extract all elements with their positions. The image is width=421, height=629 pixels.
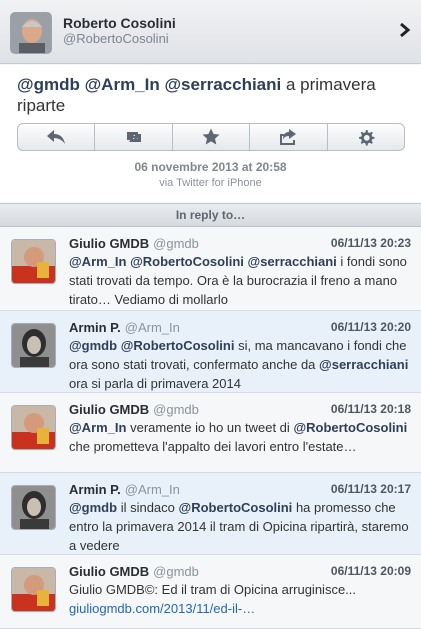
favorite-button[interactable] bbox=[173, 124, 251, 150]
gear-icon bbox=[358, 130, 375, 146]
mention[interactable]: @Arm_In bbox=[69, 420, 126, 435]
reply-author: Armin P. @Arm_In bbox=[69, 482, 180, 497]
settings-button[interactable] bbox=[328, 124, 404, 150]
reply-text: @gmdb il sindaco @RobertoCosolini ha pro… bbox=[69, 500, 409, 553]
reply-icon bbox=[47, 130, 66, 144]
tweet-text: @gmdb @Arm_In @serracchiani a primavera … bbox=[17, 74, 407, 116]
mention[interactable]: @Arm_In bbox=[85, 75, 160, 94]
mention[interactable]: @RobertoCosolini bbox=[293, 420, 407, 435]
reply-text: @Arm_In veramente io ho un tweet di @Rob… bbox=[69, 420, 408, 454]
mention[interactable]: @gmdb bbox=[69, 500, 117, 515]
avatar[interactable] bbox=[11, 323, 56, 368]
list-item[interactable]: Armin P. @Arm_In 06/11/13 20:20 @gmdb @Ro… bbox=[0, 311, 421, 393]
reply-list: Giulio GMDB @gmdb 06/11/13 20:23 @Arm_In … bbox=[0, 227, 421, 629]
reply-handle: @Arm_In bbox=[124, 320, 180, 335]
avatar[interactable] bbox=[10, 12, 52, 54]
reply-author: Giulio GMDB @gmdb bbox=[69, 236, 199, 251]
mention[interactable]: @RobertoCosolini bbox=[121, 338, 235, 353]
tweet-date: 06 novembre 2013 at 20:58 bbox=[134, 160, 287, 174]
reply-time: 06/11/13 20:20 bbox=[330, 320, 411, 334]
reply-handle: @gmdb bbox=[153, 402, 199, 417]
mention[interactable]: @Arm_In bbox=[69, 254, 126, 269]
avatar[interactable] bbox=[11, 485, 56, 530]
tweet-source: via Twitter for iPhone bbox=[159, 177, 262, 189]
mention[interactable]: @gmdb bbox=[17, 75, 80, 94]
avatar[interactable] bbox=[11, 405, 56, 450]
reply-handle: @gmdb bbox=[153, 564, 199, 579]
share-button[interactable] bbox=[250, 124, 328, 150]
reply-time: 06/11/13 20:23 bbox=[330, 236, 411, 250]
reply-author: Giulio GMDB @gmdb bbox=[69, 402, 199, 417]
avatar[interactable] bbox=[11, 567, 56, 612]
mention[interactable]: @gmdb bbox=[69, 338, 117, 353]
reply-time: 06/11/13 20:18 bbox=[330, 402, 411, 416]
tweet-actions bbox=[17, 123, 405, 151]
reply-handle: @Arm_In bbox=[124, 482, 180, 497]
reply-text: Giulio GMDB©: Ed il tram di Opicina arru… bbox=[69, 582, 357, 616]
retweet-icon bbox=[126, 132, 141, 142]
mention[interactable]: @serracchiani bbox=[248, 254, 337, 269]
reply-author: Armin P. @Arm_In bbox=[69, 320, 180, 335]
profile-name: Roberto Cosolini bbox=[63, 15, 176, 31]
reply-text: @Arm_In @RobertoCosolini @serracchiani i… bbox=[69, 254, 407, 307]
reply-button[interactable] bbox=[18, 124, 96, 150]
reply-author: Giulio GMDB @gmdb bbox=[69, 564, 199, 579]
chevron-right-icon[interactable] bbox=[399, 22, 411, 43]
in-reply-to-header: In reply to… bbox=[0, 203, 421, 227]
list-item[interactable]: Giulio GMDB @gmdb 06/11/13 20:09 Giulio G… bbox=[0, 555, 421, 629]
main-tweet: @gmdb @Arm_In @serracchiani a primavera … bbox=[0, 65, 421, 202]
mention[interactable]: @serracchiani bbox=[319, 357, 408, 372]
mention[interactable]: @RobertoCosolini bbox=[179, 500, 293, 515]
profile-header[interactable]: Roberto Cosolini @RobertoCosolini bbox=[0, 0, 421, 64]
avatar[interactable] bbox=[11, 239, 56, 284]
star-icon bbox=[202, 128, 220, 145]
share-icon bbox=[280, 129, 297, 145]
reply-text: @gmdb @RobertoCosolini si, ma mancavano … bbox=[69, 338, 409, 391]
retweet-button[interactable] bbox=[95, 124, 173, 150]
profile-handle: @RobertoCosolini bbox=[63, 31, 169, 46]
mention[interactable]: @serracchiani bbox=[164, 75, 281, 94]
reply-handle: @gmdb bbox=[153, 236, 199, 251]
mention[interactable]: @RobertoCosolini bbox=[130, 254, 244, 269]
reply-time: 06/11/13 20:09 bbox=[330, 564, 411, 578]
list-item[interactable]: Armin P. @Arm_In 06/11/13 20:17 @gmdb il … bbox=[0, 473, 421, 555]
reply-link[interactable]: giuliogmdb.com/2013/11/ed-il-… bbox=[69, 601, 255, 616]
list-item[interactable]: Giulio GMDB @gmdb 06/11/13 20:18 @Arm_In … bbox=[0, 393, 421, 473]
reply-time: 06/11/13 20:17 bbox=[330, 482, 411, 496]
list-item[interactable]: Giulio GMDB @gmdb 06/11/13 20:23 @Arm_In … bbox=[0, 227, 421, 311]
